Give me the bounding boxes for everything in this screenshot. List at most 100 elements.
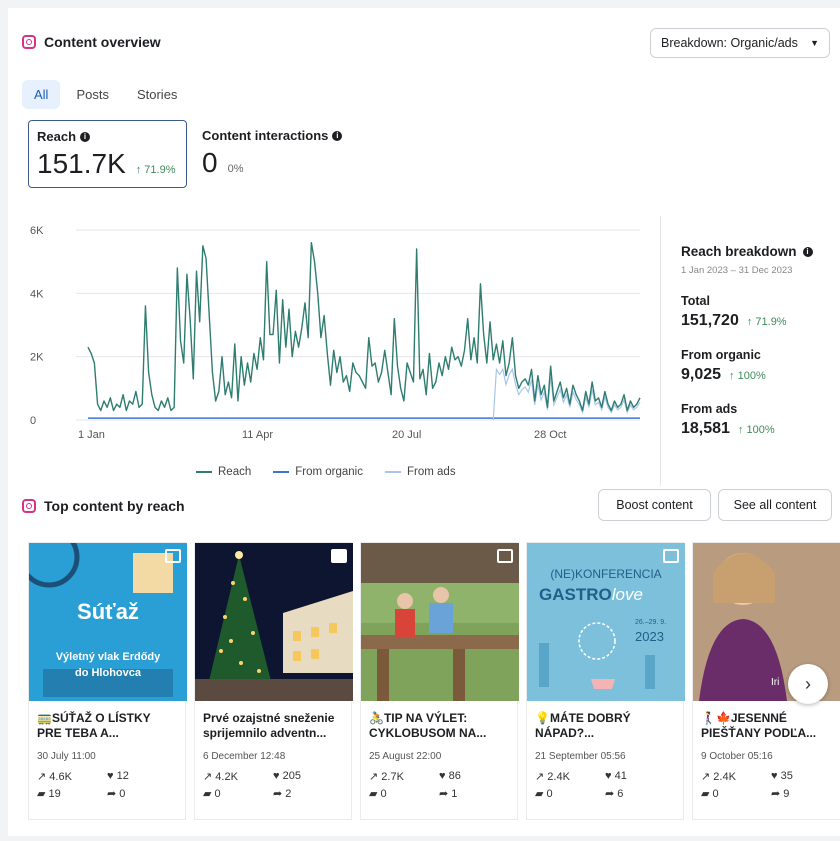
top-content-carousel: Súťaž Výletný vlak Erdődy do Hlohovca 🚃S… <box>28 542 840 828</box>
chart-legend: Reach From organic From ads <box>196 466 456 478</box>
card-date: 30 July 11:00 <box>37 751 96 762</box>
card-stats: ↗ 4.6K ♥ 12 ▰ 19 ➦ 0 <box>37 770 129 800</box>
image-post-icon <box>663 549 679 563</box>
reach-icon: ↗ <box>37 771 50 783</box>
reach-metric-card[interactable]: Reach i 151.7K ↑ 71.9% <box>28 120 187 188</box>
boost-content-button[interactable]: Boost content <box>598 489 711 521</box>
content-card[interactable]: 🚴TIP NA VÝLET: CYKLOBUSOM NA... 25 Augus… <box>360 542 519 820</box>
tab-all[interactable]: All <box>22 80 61 109</box>
share-icon: ➦ <box>107 788 120 800</box>
x-tick-label: 11 Apr <box>242 429 273 441</box>
comment-icon: ▰ <box>369 788 381 800</box>
x-tick-label: 28 Oct <box>534 429 566 441</box>
interactions-delta: 0% <box>227 163 244 175</box>
content-tabs: All Posts Stories <box>22 80 189 109</box>
breakdown-date-range: 1 Jan 2023 – 31 Dec 2023 <box>681 265 793 276</box>
card-date: 21 September 05:56 <box>535 751 626 762</box>
share-icon: ➦ <box>273 788 286 800</box>
see-all-content-button[interactable]: See all content <box>718 489 832 521</box>
card-stats: ↗ 2.4K ♥ 41 ▰ 0 ➦ 6 <box>535 770 627 800</box>
tab-posts[interactable]: Posts <box>64 80 121 109</box>
breakdown-title: Reach breakdown <box>681 244 797 259</box>
interactions-value: 0 <box>202 147 218 178</box>
content-card[interactable]: Súťaž Výletný vlak Erdődy do Hlohovca 🚃S… <box>28 542 187 820</box>
total-label: Total <box>681 294 710 308</box>
y-tick-label: 0 <box>30 415 36 427</box>
post-thumbnail: (NE)KONFERENCIA GASTROlove 26.–29. 9. 20… <box>527 543 685 701</box>
y-tick-label: 6K <box>30 225 44 237</box>
post-thumbnail <box>195 543 353 701</box>
total-delta: ↑ 71.9% <box>746 316 787 328</box>
reach-icon: ↗ <box>535 771 548 783</box>
interactions-label: Content interactions <box>202 128 329 143</box>
comment-icon: ▰ <box>37 788 49 800</box>
ads-value: 18,581 <box>681 420 730 437</box>
organic-value: 9,025 <box>681 366 722 383</box>
carousel-next-button[interactable]: › <box>788 664 828 704</box>
content-card[interactable]: Prvé ozajstné sneženie sprijemnilo adven… <box>194 542 353 820</box>
total-value: 151,720 <box>681 312 739 329</box>
y-tick-label: 4K <box>30 288 44 300</box>
heart-icon: ♥ <box>107 770 117 782</box>
info-icon: i <box>802 246 813 257</box>
share-icon: ➦ <box>439 788 452 800</box>
reach-breakdown: Reach breakdown i 1 Jan 2023 – 31 Dec 202… <box>660 216 840 486</box>
reach-icon: ↗ <box>369 771 382 783</box>
reach-icon: ↗ <box>701 771 714 783</box>
content-card[interactable]: (NE)KONFERENCIA GASTROlove 26.–29. 9. 20… <box>526 542 685 820</box>
reach-value: 151.7K <box>37 148 126 179</box>
share-icon: ➦ <box>605 788 618 800</box>
legend-reach: Reach <box>196 466 251 478</box>
caret-down-icon: ▼ <box>810 38 819 48</box>
interactions-metric-card[interactable]: Content interactions i 0 0% <box>202 128 343 179</box>
legend-ads: From ads <box>385 466 456 478</box>
info-icon: i <box>332 130 343 141</box>
reach-icon: ↗ <box>203 771 216 783</box>
card-stats: ↗ 2.7K ♥ 86 ▰ 0 ➦ 1 <box>369 770 461 800</box>
card-title: 🚶‍♀️🍁JESENNÉ PIEŠŤANY PODĽA... <box>701 711 817 740</box>
card-title: 💡MÁTE DOBRÝ NÁPAD?... <box>535 711 631 740</box>
image-post-icon <box>497 549 513 563</box>
comment-icon: ▰ <box>701 788 713 800</box>
instagram-icon <box>22 499 36 513</box>
chevron-right-icon: › <box>805 673 811 694</box>
y-tick-label: 2K <box>30 352 44 364</box>
heart-icon: ♥ <box>605 770 615 782</box>
overview-header: Content overview <box>22 34 161 50</box>
card-date: 25 August 22:00 <box>369 751 442 762</box>
overview-title: Content overview <box>44 34 161 50</box>
card-title: 🚴TIP NA VÝLET: CYKLOBUSOM NA... <box>369 711 487 740</box>
breakdown-dropdown[interactable]: Breakdown: Organic/ads ▼ <box>650 28 830 58</box>
image-post-icon <box>165 549 181 563</box>
card-stats: ↗ 2.4K ♥ 35 ▰ 0 ➦ 9 <box>701 770 793 800</box>
comment-icon: ▰ <box>535 788 547 800</box>
card-stats: ↗ 4.2K ♥ 205 ▰ 0 ➦ 2 <box>203 770 301 800</box>
x-tick-label: 20 Jul <box>392 429 421 441</box>
top-content-title: Top content by reach <box>44 498 185 514</box>
card-date: 6 December 12:48 <box>203 751 286 762</box>
reach-chart-svg: 0 2K 4K 6K 1 Jan 11 Apr 20 Jul 28 Oct <box>30 225 641 441</box>
breakdown-dropdown-label: Breakdown: Organic/ads <box>661 36 798 50</box>
share-icon: ➦ <box>771 788 784 800</box>
organic-delta: ↑ 100% <box>729 370 766 382</box>
reach-label: Reach <box>37 129 77 144</box>
post-thumbnail: Súťaž Výletný vlak Erdődy do Hlohovca <box>29 543 187 701</box>
x-tick-label: 1 Jan <box>78 429 105 441</box>
heart-icon: ♥ <box>439 770 449 782</box>
ads-delta: ↑ 100% <box>737 424 775 436</box>
info-icon: i <box>80 131 91 142</box>
legend-organic: From organic <box>273 466 363 478</box>
content-overview-panel: Content overview Breakdown: Organic/ads … <box>8 8 840 836</box>
video-post-icon <box>331 549 347 563</box>
comment-icon: ▰ <box>203 788 215 800</box>
heart-icon: ♥ <box>273 770 283 782</box>
organic-label: From organic <box>681 348 761 362</box>
post-thumbnail <box>361 543 519 701</box>
instagram-icon <box>22 35 36 49</box>
card-date: 9 October 05:16 <box>701 751 773 762</box>
card-title: Prvé ozajstné sneženie sprijemnilo adven… <box>203 711 335 740</box>
reach-delta: ↑ 71.9% <box>135 164 176 176</box>
tab-stories[interactable]: Stories <box>125 80 189 109</box>
heart-icon: ♥ <box>771 770 781 782</box>
top-content-header: Top content by reach <box>22 498 185 514</box>
